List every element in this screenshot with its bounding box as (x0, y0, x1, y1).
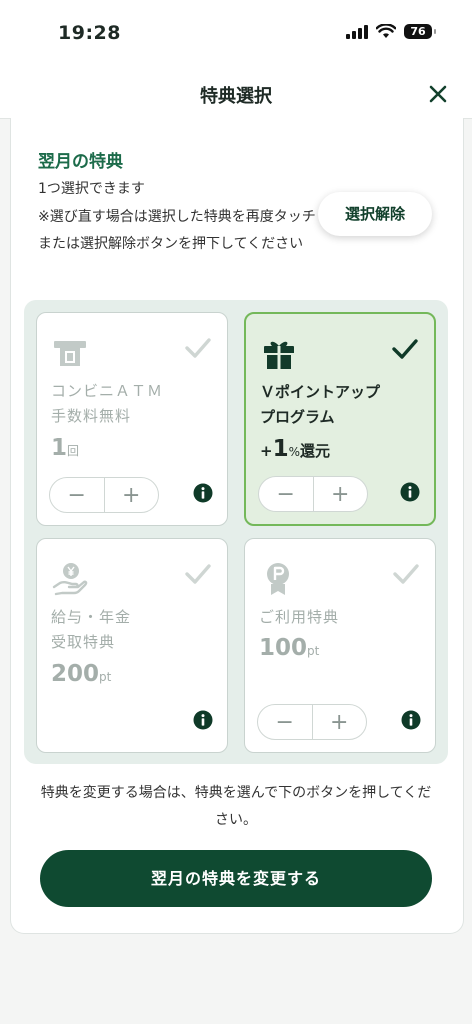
quantity-stepper: − + (49, 477, 159, 513)
benefit-value: 100pt (259, 635, 320, 661)
modal-header: 特典選択 (0, 70, 472, 119)
plus-button[interactable]: + (314, 477, 368, 511)
footer-note: 特典を変更する場合は、特典を選んで下のボタンを押してください。 (40, 785, 432, 828)
minus-button[interactable]: − (258, 705, 313, 739)
info-icon[interactable] (401, 710, 421, 730)
benefit-tile-salary[interactable]: 給与・年金 受取特典 200pt (36, 538, 228, 753)
benefit-value: 200pt (51, 661, 112, 687)
benefit-tile-vpoint[interactable]: Ｖポイントアップ プログラム +1%還元 − + (244, 312, 436, 526)
minus-button[interactable]: − (50, 478, 105, 512)
benefit-value: +1%還元 (260, 436, 331, 462)
yen-hand-icon (52, 563, 88, 596)
change-benefit-button[interactable]: 翌月の特典を変更する (40, 850, 432, 907)
plus-button[interactable]: + (313, 705, 367, 739)
close-icon[interactable] (424, 80, 452, 108)
section-subtitle: 1つ選択できます (38, 181, 145, 197)
benefit-name: 給与・年金 受取特典 (51, 608, 132, 651)
check-icon (393, 564, 419, 584)
benefit-name: コンビニＡＴＭ 手数料無料 (51, 382, 164, 425)
wifi-icon (376, 24, 396, 38)
check-icon (185, 338, 211, 358)
signal-icon (346, 24, 368, 39)
check-icon (185, 564, 211, 584)
atm-icon (54, 341, 86, 366)
plus-button[interactable]: + (105, 478, 159, 512)
status-bar: 19:28 76 (0, 0, 472, 70)
section-note: ※選び直す場合は選択した特典を再度タッチまたは選択解除ボタンを押下してください (38, 209, 316, 252)
minus-button[interactable]: − (259, 477, 314, 511)
quantity-stepper: − + (258, 476, 368, 512)
info-icon[interactable] (193, 483, 213, 503)
benefit-value: 1回 (51, 435, 80, 461)
battery-icon: 76 (404, 24, 436, 39)
deselect-button[interactable]: 選択解除 (318, 192, 432, 236)
section-title: 翌月の特典 (38, 152, 123, 172)
benefit-tile-atm[interactable]: コンビニＡＴＭ 手数料無料 1回 − + (36, 312, 228, 526)
point-badge-icon (267, 563, 289, 595)
status-time: 19:28 (58, 22, 121, 44)
benefit-name: Ｖポイントアップ プログラム (260, 383, 381, 426)
benefit-tile-usage[interactable]: ご利用特典 100pt − + (244, 538, 436, 753)
quantity-stepper: − + (257, 704, 367, 740)
benefit-name: ご利用特典 (259, 608, 340, 626)
check-icon (392, 339, 418, 359)
info-icon[interactable] (193, 710, 213, 730)
status-icons: 76 (346, 24, 436, 39)
page-title: 特典選択 (200, 86, 272, 107)
gift-icon (264, 341, 294, 369)
benefit-grid: コンビニＡＴＭ 手数料無料 1回 − + Ｖポイントアップ プログラム +1%還… (24, 300, 448, 764)
info-icon[interactable] (400, 482, 420, 502)
